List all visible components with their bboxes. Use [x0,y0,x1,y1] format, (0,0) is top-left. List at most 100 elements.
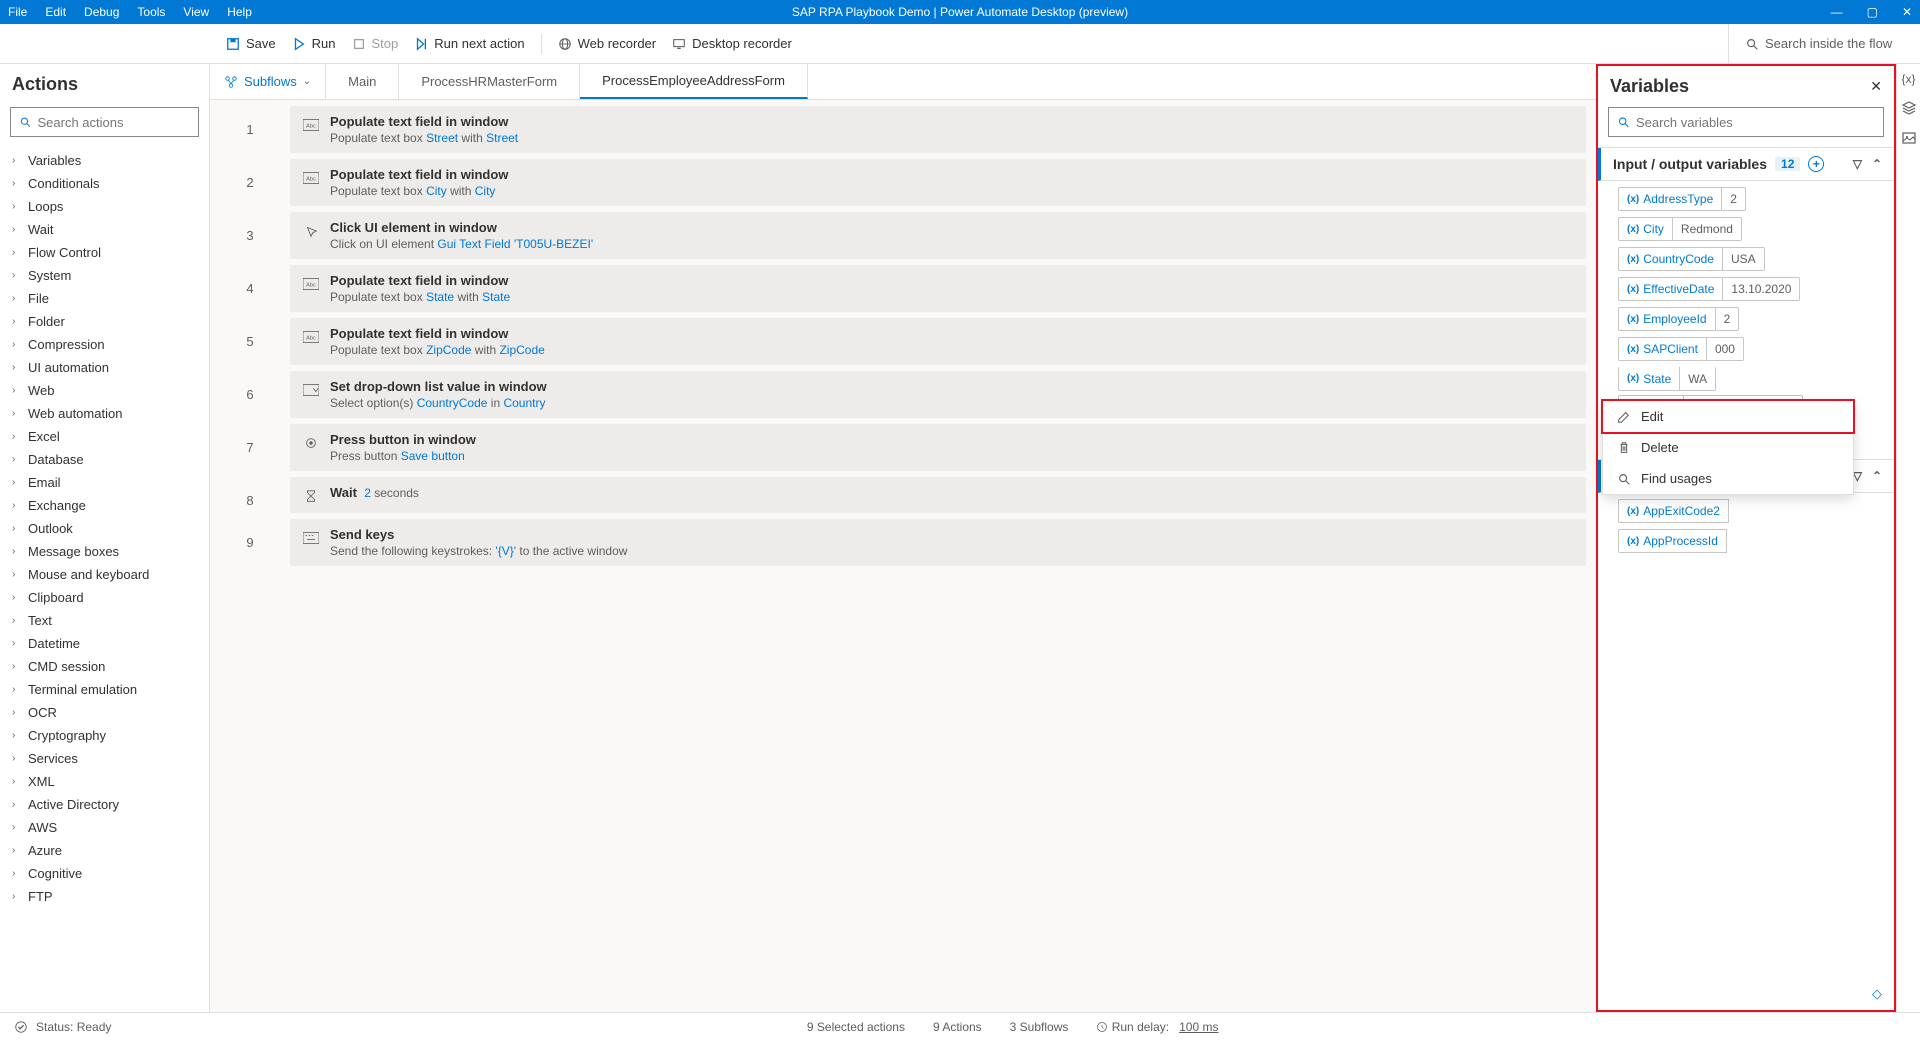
action-category[interactable]: ›Terminal emulation [0,678,209,701]
actions-title: Actions [0,64,209,103]
chevron-right-icon: › [12,615,22,626]
action-category[interactable]: ›Flow Control [0,241,209,264]
tab-main[interactable]: Main [326,64,399,99]
run-next-button[interactable]: Run next action [414,36,524,51]
menu-file[interactable]: File [8,5,27,19]
variable-chip[interactable]: (x)EffectiveDate13.10.2020 [1618,277,1800,301]
action-category[interactable]: ›Web automation [0,402,209,425]
step-title: Send keys [330,527,627,542]
collapse-icon[interactable]: ⌃ [1872,157,1882,171]
action-category[interactable]: ›File [0,287,209,310]
io-count-badge: 12 [1775,157,1800,171]
action-category[interactable]: ›Database [0,448,209,471]
variables-search-input[interactable] [1636,115,1875,130]
io-variables-header[interactable]: Input / output variables 12 + ▽ ⌃ [1598,148,1894,181]
action-category[interactable]: ›Services [0,747,209,770]
tab-processhrmasterform[interactable]: ProcessHRMasterForm [399,64,580,99]
collapse-icon[interactable]: ⌃ [1872,469,1882,483]
flow-step[interactable]: Click UI element in windowClick on UI el… [290,212,1586,259]
action-category[interactable]: ›Exchange [0,494,209,517]
action-category[interactable]: ›Azure [0,839,209,862]
save-button[interactable]: Save [226,36,276,51]
flow-step[interactable]: AbcPopulate text field in windowPopulate… [290,265,1586,312]
variable-chip[interactable]: (x)AppProcessId [1618,529,1727,553]
eraser-icon[interactable]: ◇ [1598,978,1894,1010]
action-category[interactable]: ›Text [0,609,209,632]
action-category[interactable]: ›Cryptography [0,724,209,747]
variable-chip[interactable]: (x)CountryCodeUSA [1618,247,1765,271]
action-category[interactable]: ›Clipboard [0,586,209,609]
action-category[interactable]: ›Mouse and keyboard [0,563,209,586]
filter-icon[interactable]: ▽ [1853,157,1862,171]
run-button[interactable]: Run [292,36,336,51]
action-category[interactable]: ›Outlook [0,517,209,540]
menu-help[interactable]: Help [227,5,252,19]
menu-tools[interactable]: Tools [137,5,165,19]
chevron-right-icon: › [12,546,22,557]
ctx-delete[interactable]: Delete [1603,432,1853,463]
action-category[interactable]: ›Cognitive [0,862,209,885]
search-icon [1617,472,1631,486]
minimize-icon[interactable]: — [1831,5,1843,19]
variable-chip[interactable]: (x)AddressType2 [1618,187,1746,211]
menu-view[interactable]: View [183,5,209,19]
variables-rail-icon[interactable]: {x} [1901,72,1915,86]
rundelay-value[interactable]: 100 ms [1179,1020,1218,1034]
variable-chip[interactable]: (x)AppExitCode2 [1618,499,1729,523]
action-category[interactable]: ›Conditionals [0,172,209,195]
action-category[interactable]: ›Wait [0,218,209,241]
menu-edit[interactable]: Edit [45,5,66,19]
flow-step[interactable]: AbcPopulate text field in windowPopulate… [290,106,1586,153]
chevron-right-icon: › [12,224,22,235]
close-icon[interactable]: ✕ [1902,5,1912,19]
web-recorder-button[interactable]: Web recorder [558,36,657,51]
step-description: Send the following keystrokes: '{V}' to … [330,544,627,558]
action-category[interactable]: ›AWS [0,816,209,839]
search-flow[interactable]: Search inside the flow [1728,24,1908,63]
desktop-recorder-button[interactable]: Desktop recorder [672,36,792,51]
action-category[interactable]: ›Loops [0,195,209,218]
ctx-find-usages[interactable]: Find usages [1603,463,1853,494]
action-category[interactable]: ›Web [0,379,209,402]
flow-step[interactable]: AbcPopulate text field in windowPopulate… [290,159,1586,206]
flow-step[interactable]: Set drop-down list value in windowSelect… [290,371,1586,418]
action-category[interactable]: ›XML [0,770,209,793]
action-category[interactable]: ›UI automation [0,356,209,379]
tab-processemployeeaddressform[interactable]: ProcessEmployeeAddressForm [580,64,808,99]
actions-search-input[interactable] [37,115,190,130]
action-category[interactable]: ›Variables [0,149,209,172]
subflows-button[interactable]: Subflows ⌄ [210,64,326,99]
variable-chip[interactable]: (x)SAPClient000 [1618,337,1744,361]
variable-chip[interactable]: (x)CityRedmond [1618,217,1742,241]
app-title: SAP RPA Playbook Demo | Power Automate D… [792,5,1128,19]
action-category[interactable]: ›Message boxes [0,540,209,563]
flow-step[interactable]: Press button in windowPress button Save … [290,424,1586,471]
step-description: Populate text box State with State [330,290,510,304]
action-category[interactable]: ›Active Directory [0,793,209,816]
action-category[interactable]: ›Compression [0,333,209,356]
action-category[interactable]: ›FTP [0,885,209,908]
stack-rail-icon[interactable] [1901,100,1917,116]
actions-search[interactable] [10,107,199,137]
action-category[interactable]: ›Datetime [0,632,209,655]
menu-debug[interactable]: Debug [84,5,119,19]
action-category[interactable]: ›Excel [0,425,209,448]
add-variable-button[interactable]: + [1808,156,1824,172]
flow-step[interactable]: Send keys Send the following keystrokes: … [290,519,1586,566]
close-icon[interactable]: ✕ [1870,78,1882,95]
action-category[interactable]: ›Folder [0,310,209,333]
variable-chip[interactable]: (x)EmployeeId2 [1618,307,1739,331]
ctx-edit[interactable]: Edit [1601,399,1855,434]
image-rail-icon[interactable] [1901,130,1917,146]
variable-chip[interactable]: (x)State WA [1618,367,1716,391]
flow-step[interactable]: AbcPopulate text field in windowPopulate… [290,318,1586,365]
filter-icon[interactable]: ▽ [1853,469,1862,483]
step-number: 8 [210,477,290,513]
flow-step[interactable]: Wait 2 seconds [290,477,1586,513]
action-category[interactable]: ›CMD session [0,655,209,678]
action-category[interactable]: ›System [0,264,209,287]
action-category[interactable]: ›OCR [0,701,209,724]
variables-search[interactable] [1608,107,1884,137]
action-category[interactable]: ›Email [0,471,209,494]
maximize-icon[interactable]: ▢ [1867,5,1878,19]
